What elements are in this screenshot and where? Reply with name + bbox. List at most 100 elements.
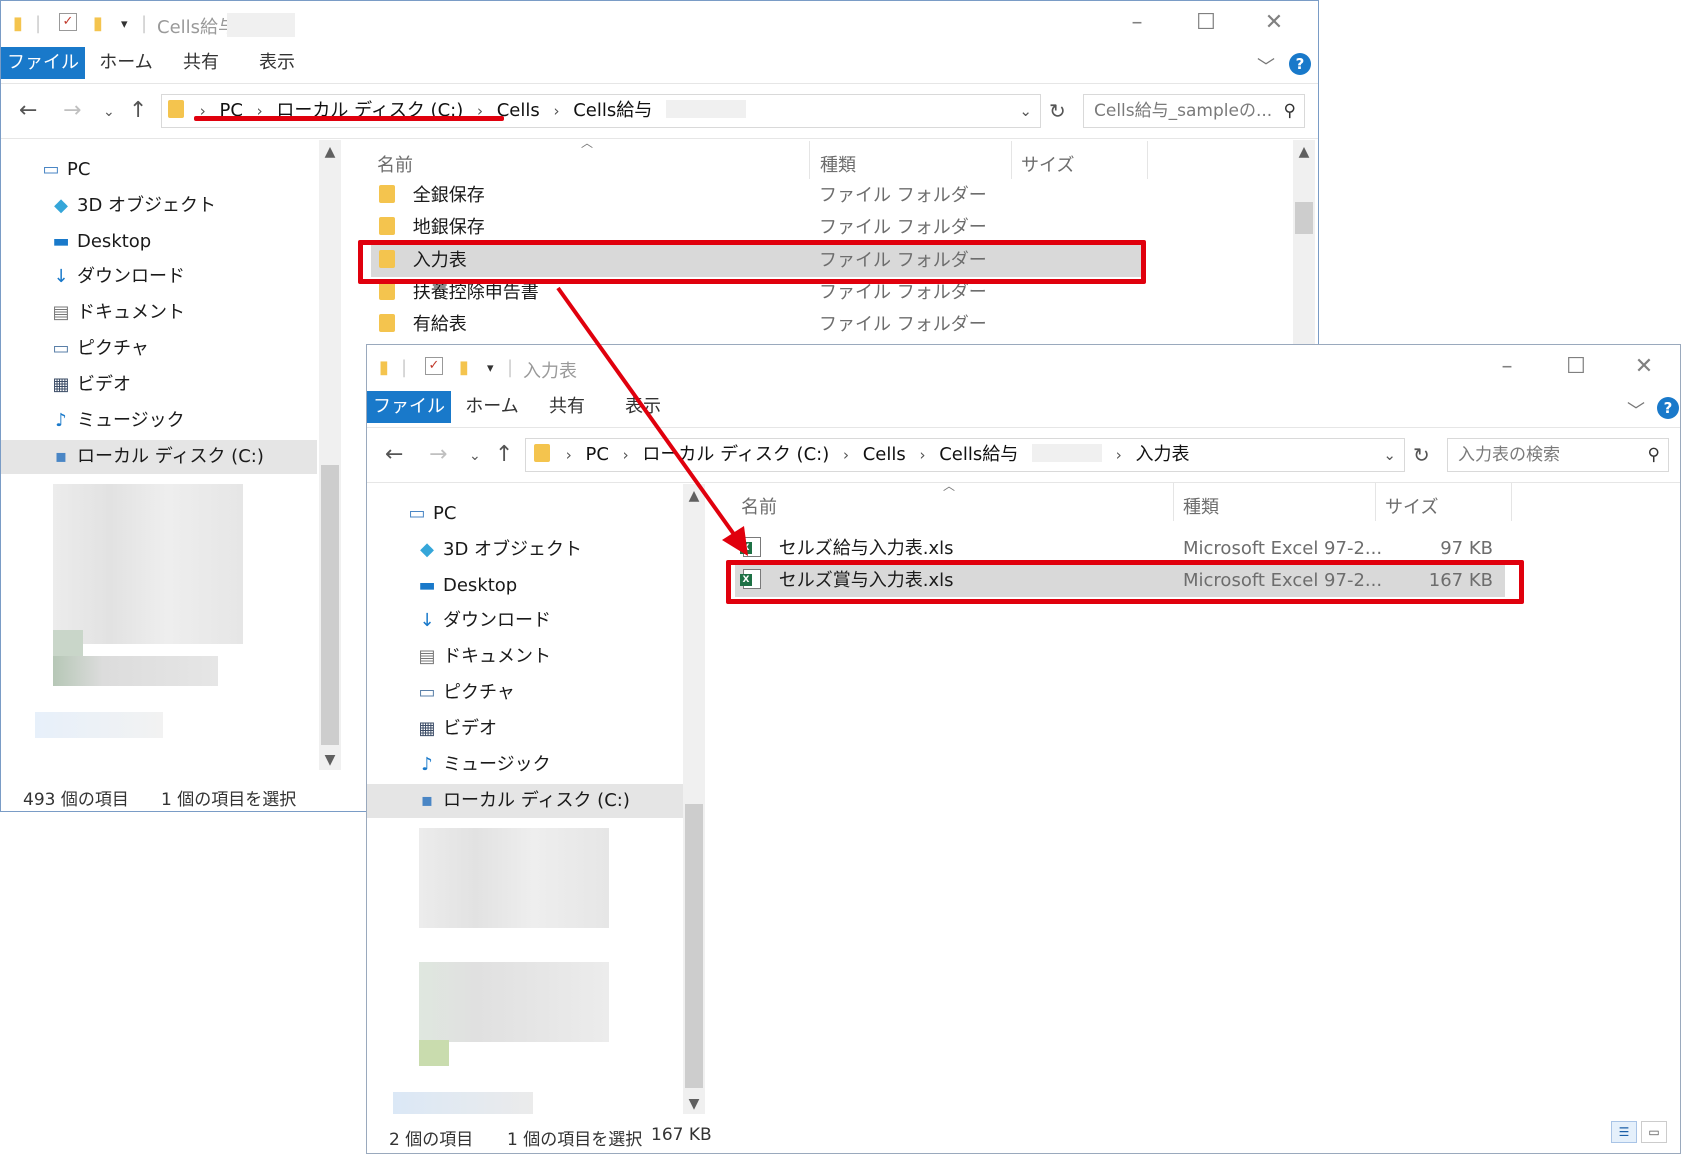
breadcrumb-cells-kyuyo[interactable]: Cells給与: [939, 439, 1018, 471]
breadcrumb-pc[interactable]: PC: [219, 95, 242, 127]
breadcrumb-separator: ›: [199, 102, 206, 120]
minimize-button[interactable]: –: [1114, 7, 1160, 39]
nav-item-videos[interactable]: ▦ ビデオ: [1, 368, 341, 402]
nav-item-downloads[interactable]: ↓ ダウンロード: [1, 260, 341, 294]
tab-home[interactable]: ホーム: [97, 47, 155, 79]
nav-item-local-disk[interactable]: ▪ ローカル ディスク (C:): [1, 440, 317, 474]
new-folder-icon[interactable]: ▮: [459, 357, 469, 378]
up-arrow-icon[interactable]: ↑: [129, 98, 147, 123]
breadcrumb-cells[interactable]: Cells: [863, 439, 906, 471]
nav-item-music[interactable]: ♪ ミュージック: [367, 748, 709, 782]
nav-item-pictures[interactable]: ▭ ピクチャ: [367, 676, 709, 710]
address-dropdown-icon[interactable]: ⌄: [1019, 95, 1032, 127]
column-header-name[interactable]: 名前: [377, 151, 413, 177]
nav-item-pc[interactable]: ▭ PC: [1, 153, 341, 187]
new-folder-icon[interactable]: ▮: [93, 13, 103, 34]
window-title: Cells給与: [157, 17, 237, 38]
customize-quick-access-icon[interactable]: ▾: [487, 361, 494, 376]
scroll-up-icon[interactable]: ▲: [1293, 144, 1315, 160]
properties-icon[interactable]: ✓: [425, 357, 443, 375]
maximize-button[interactable]: ☐: [1183, 7, 1229, 39]
3d-objects-icon: ◆: [54, 195, 68, 216]
customize-quick-access-icon[interactable]: ▾: [121, 17, 128, 32]
close-button[interactable]: ✕: [1621, 351, 1667, 383]
breadcrumb-pc[interactable]: PC: [585, 439, 608, 471]
tab-share[interactable]: 共有: [543, 391, 591, 423]
breadcrumb-cells[interactable]: Cells: [497, 95, 540, 127]
large-icons-view-button[interactable]: ▭: [1641, 1121, 1667, 1143]
column-divider[interactable]: [1511, 483, 1512, 521]
nav-item-documents[interactable]: ▤ ドキュメント: [1, 296, 341, 330]
maximize-button[interactable]: ☐: [1553, 351, 1599, 383]
scroll-up-icon[interactable]: ▲: [319, 144, 341, 160]
close-button[interactable]: ✕: [1251, 7, 1297, 39]
address-row: ← → ⌄ ↑ › PC › ローカル ディスク (C:) › Cells › …: [1, 83, 1318, 139]
forward-arrow-icon[interactable]: →: [429, 442, 447, 467]
refresh-icon[interactable]: ↻: [1413, 443, 1430, 467]
column-header-size[interactable]: サイズ: [1385, 493, 1438, 519]
nav-item-downloads[interactable]: ↓ ダウンロード: [367, 604, 709, 638]
column-divider[interactable]: [809, 141, 810, 179]
local-disk-icon: ▪: [54, 446, 68, 467]
breadcrumb-nyuryokuhyo[interactable]: 入力表: [1135, 439, 1189, 471]
list-item[interactable]: 全銀保存 ファイル フォルダー: [371, 180, 1141, 212]
nav-item-3d-objects[interactable]: ◆ 3D オブジェクト: [367, 533, 709, 567]
column-header-type[interactable]: 種類: [1183, 493, 1219, 519]
nav-item-documents[interactable]: ▤ ドキュメント: [367, 640, 709, 674]
scroll-thumb[interactable]: [321, 465, 339, 745]
column-header-type[interactable]: 種類: [820, 151, 856, 177]
nav-scrollbar[interactable]: ▲ ▼: [319, 140, 341, 770]
list-item[interactable]: 有給表 ファイル フォルダー: [371, 309, 1141, 341]
column-divider[interactable]: [1147, 141, 1148, 179]
expand-ribbon-icon[interactable]: ﹀: [1627, 397, 1645, 423]
forward-arrow-icon[interactable]: →: [63, 98, 81, 123]
back-arrow-icon[interactable]: ←: [19, 98, 37, 123]
nav-item-music[interactable]: ♪ ミュージック: [1, 404, 341, 438]
recent-locations-icon[interactable]: ⌄: [103, 104, 115, 120]
refresh-icon[interactable]: ↻: [1049, 99, 1066, 123]
nav-item-3d-objects[interactable]: ◆ 3D オブジェクト: [1, 189, 341, 223]
tab-view[interactable]: 表示: [619, 391, 667, 423]
minimize-button[interactable]: –: [1484, 351, 1530, 383]
breadcrumb-cells-kyuyo[interactable]: Cells給与: [573, 95, 652, 127]
column-divider[interactable]: [1011, 141, 1012, 179]
tab-file[interactable]: ファイル: [367, 391, 451, 423]
recent-locations-icon[interactable]: ⌄: [469, 448, 481, 464]
nav-item-pc[interactable]: ▭ PC: [367, 497, 709, 531]
scroll-thumb[interactable]: [1295, 202, 1313, 234]
desktop-icon: ▬: [52, 231, 70, 252]
scroll-up-icon[interactable]: ▲: [683, 488, 705, 504]
file-list-scrollbar[interactable]: ▲: [1293, 140, 1315, 360]
search-input[interactable]: Cells給与_sampleの... ⚲: [1083, 94, 1305, 128]
column-divider[interactable]: [1375, 483, 1376, 521]
column-divider[interactable]: [1173, 483, 1174, 521]
nav-item-desktop[interactable]: ▬ Desktop: [367, 569, 709, 603]
properties-icon[interactable]: ✓: [59, 13, 77, 31]
column-header-size[interactable]: サイズ: [1021, 151, 1074, 177]
help-icon[interactable]: ?: [1289, 53, 1311, 75]
up-arrow-icon[interactable]: ↑: [495, 442, 513, 467]
back-arrow-icon[interactable]: ←: [385, 442, 403, 467]
address-bar[interactable]: › PC › ローカル ディスク (C:) › Cells › Cells給与 …: [161, 94, 1041, 128]
nav-item-local-disk[interactable]: ▪ ローカル ディスク (C:): [367, 784, 685, 818]
scroll-thumb[interactable]: [685, 804, 703, 1088]
expand-ribbon-icon[interactable]: ﹀: [1257, 53, 1275, 79]
tab-home[interactable]: ホーム: [463, 391, 521, 423]
tab-share[interactable]: 共有: [177, 47, 225, 79]
scroll-down-icon[interactable]: ▼: [683, 1096, 705, 1112]
search-input[interactable]: 入力表の検索 ⚲: [1447, 438, 1669, 472]
breadcrumb-local-disk[interactable]: ローカル ディスク (C:): [642, 439, 829, 471]
scroll-down-icon[interactable]: ▼: [319, 752, 341, 768]
address-bar[interactable]: › PC › ローカル ディスク (C:) › Cells › Cells給与 …: [525, 438, 1405, 472]
breadcrumb-local-disk[interactable]: ローカル ディスク (C:): [276, 95, 463, 127]
column-header-name[interactable]: 名前: [741, 493, 777, 519]
help-icon[interactable]: ?: [1657, 397, 1679, 419]
nav-item-pictures[interactable]: ▭ ピクチャ: [1, 332, 341, 366]
address-dropdown-icon[interactable]: ⌄: [1383, 439, 1396, 471]
tab-view[interactable]: 表示: [253, 47, 301, 79]
details-view-button[interactable]: ☰: [1611, 1121, 1637, 1143]
nav-item-videos[interactable]: ▦ ビデオ: [367, 712, 709, 746]
nav-item-desktop[interactable]: ▬ Desktop: [1, 225, 341, 259]
nav-scrollbar[interactable]: ▲ ▼: [683, 484, 705, 1114]
tab-file[interactable]: ファイル: [1, 47, 85, 79]
